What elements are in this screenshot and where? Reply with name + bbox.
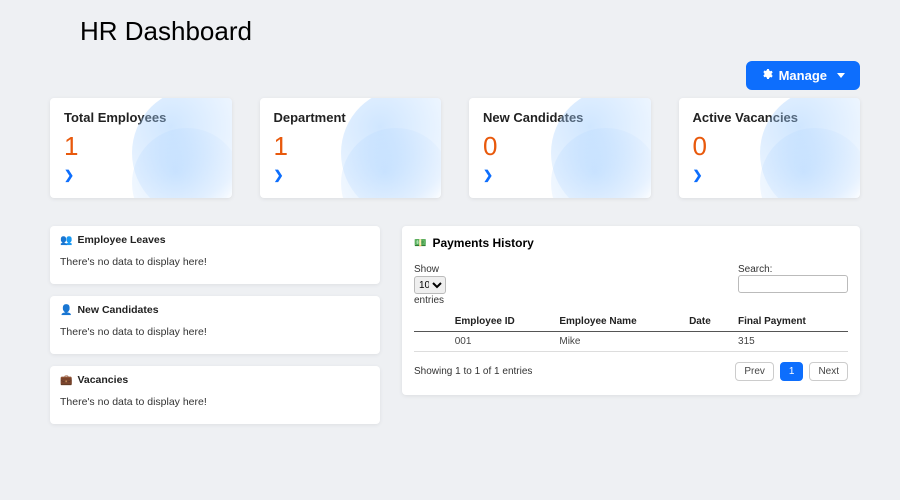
chevron-right-icon: ❯ [64,168,74,182]
panel-title: Employee Leaves [77,234,165,246]
panel-new-candidates: 👤 New Candidates There's no data to disp… [50,296,380,354]
show-label: Show [414,264,446,275]
panel-empty-text: There's no data to display here! [60,326,370,338]
gear-icon [761,68,773,83]
prev-button[interactable]: Prev [735,362,774,381]
next-button[interactable]: Next [809,362,848,381]
chevron-right-icon: ❯ [483,168,493,182]
briefcase-icon: 💼 [60,375,72,386]
cell-employee-id: 001 [449,332,554,352]
chevron-right-icon: ❯ [274,168,284,182]
cell-employee-name: Mike [553,332,683,352]
pagination: Prev 1 Next [735,362,848,381]
manage-button-label: Manage [779,68,827,83]
person-icon: 👤 [60,305,72,316]
table-length-control: Show 10 entries [414,264,446,306]
toolbar: Manage [50,61,860,90]
entries-label: entries [414,295,446,306]
panel-title: Vacancies [77,374,128,386]
people-icon: 👥 [60,235,72,246]
card-active-vacancies: Active Vacancies 0 ❯ [679,98,861,198]
panel-employee-leaves: 👥 Employee Leaves There's no data to dis… [50,226,380,284]
table-info: Showing 1 to 1 of 1 entries [414,366,532,377]
panel-title: Payments History [432,236,533,250]
payments-table: Employee ID Employee Name Date Final Pay… [414,312,848,352]
panel-payments-history: 💵 Payments History Show 10 entries Searc… [402,226,860,395]
page-length-select[interactable]: 10 [414,276,446,294]
cash-icon: 💵 [414,238,426,249]
search-label: Search: [738,264,772,275]
page-1-button[interactable]: 1 [780,362,804,381]
panel-vacancies: 💼 Vacancies There's no data to display h… [50,366,380,424]
caret-down-icon [837,73,845,78]
card-department: Department 1 ❯ [260,98,442,198]
cell-date [683,332,732,352]
manage-button[interactable]: Manage [746,61,860,90]
table-row: 001 Mike 315 [414,332,848,352]
cell-final-payment: 315 [732,332,848,352]
search-input[interactable] [738,275,848,293]
table-search-control: Search: [738,264,848,293]
summary-cards: Total Employees 1 ❯ Department 1 ❯ New C… [50,98,860,198]
chevron-right-icon: ❯ [693,168,703,182]
panel-title: New Candidates [77,304,158,316]
col-final-payment[interactable]: Final Payment [732,312,848,332]
col-date[interactable]: Date [683,312,732,332]
col-employee-name[interactable]: Employee Name [553,312,683,332]
col-employee-id[interactable]: Employee ID [449,312,554,332]
card-new-candidates: New Candidates 0 ❯ [469,98,651,198]
page-title: HR Dashboard [80,16,860,47]
panel-empty-text: There's no data to display here! [60,256,370,268]
panel-empty-text: There's no data to display here! [60,396,370,408]
card-total-employees: Total Employees 1 ❯ [50,98,232,198]
